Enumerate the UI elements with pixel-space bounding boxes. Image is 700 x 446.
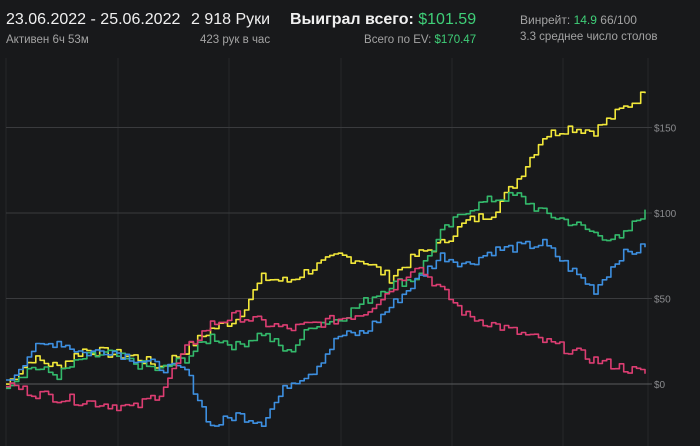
series-lines (6, 91, 646, 427)
avg-tables: 3.3 среднее число столов (520, 31, 658, 43)
series-line (6, 91, 646, 385)
won-total-label: Выиграл всего: (290, 11, 414, 28)
winrate-hands: 66/100 (600, 13, 637, 27)
session-info: 23.06.2022 - 25.06.2022 Активен 6ч 53м (6, 10, 180, 48)
y-tick-label: $50 (654, 295, 671, 306)
ev-total: Всего по EV: $170.47 (290, 32, 476, 48)
hands-per-hour: 423 рук в час (200, 34, 271, 46)
date-range: 23.06.2022 - 25.06.2022 (6, 11, 181, 28)
winrate: Винрейт: 14.9 66/100 (520, 12, 658, 28)
winrate-label: Винрейт: (520, 13, 571, 27)
winrate-info: Винрейт: 14.9 66/100 3.3 среднее число с… (520, 12, 658, 45)
y-tick-label: $150 (654, 124, 677, 135)
winnings-info: Выиграл всего: $101.59 Всего по EV: $170… (290, 10, 476, 48)
winrate-value: 14.9 (573, 13, 597, 27)
ev-total-label: Всего по EV: (364, 34, 432, 46)
y-tick-label: $0 (654, 380, 666, 391)
ev-total-value: $170.47 (434, 34, 477, 46)
profit-chart: $0 $50 $100 $150 (5, 58, 677, 446)
hands-count: 2 918 Руки (191, 11, 271, 28)
y-axis-ticks: $0 $50 $100 $150 (654, 124, 677, 392)
won-total: Выиграл всего: $101.59 (290, 10, 476, 30)
y-tick-label: $100 (654, 209, 677, 220)
series-line (6, 238, 646, 427)
hands-info: 2 918 Руки 423 рук в час (191, 10, 270, 48)
series-line (6, 266, 646, 412)
stats-header: 23.06.2022 - 25.06.2022 Активен 6ч 53м 2… (0, 0, 700, 58)
active-time: Активен 6ч 53м (6, 34, 89, 46)
won-total-value: $101.59 (418, 11, 477, 28)
